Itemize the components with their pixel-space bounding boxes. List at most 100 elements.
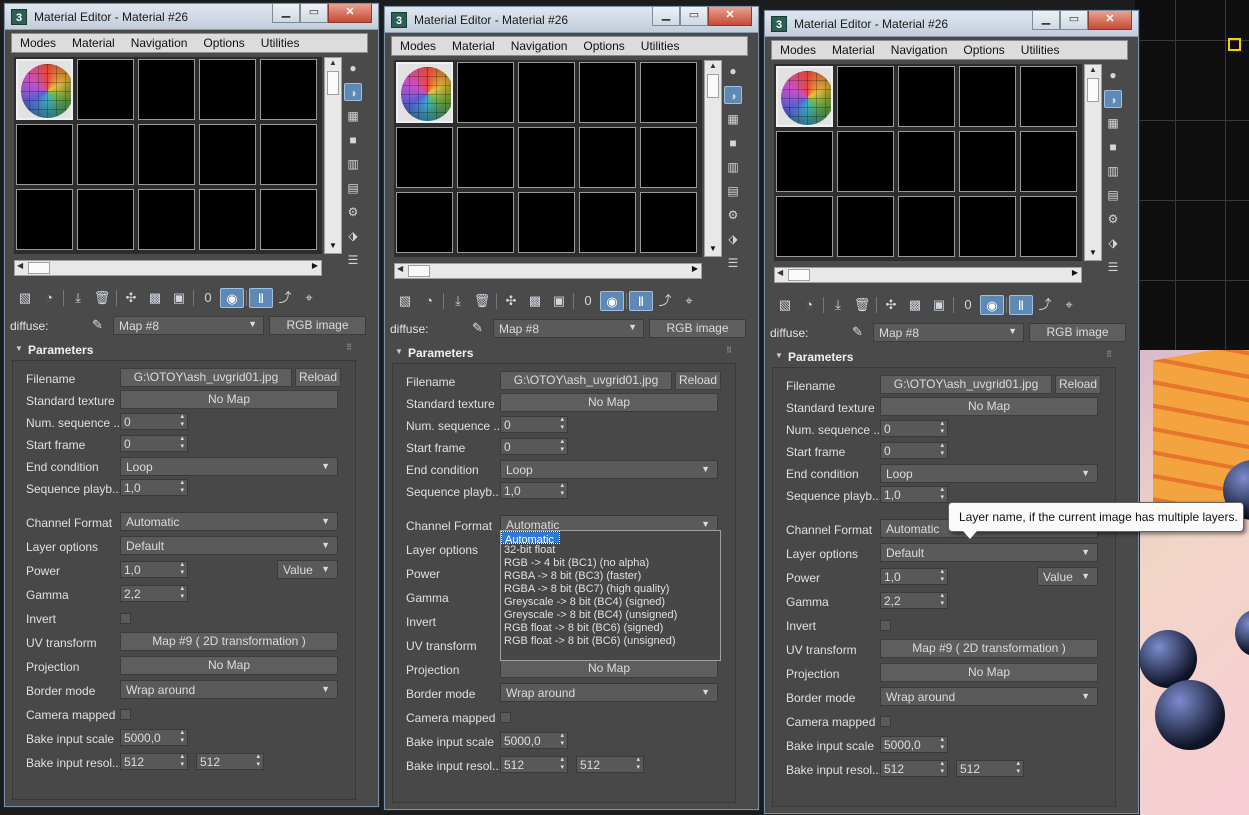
- pick-from-object-icon[interactable]: ⌖: [1057, 295, 1081, 315]
- go-to-parent-icon[interactable]: Ⅱ: [249, 288, 273, 308]
- material-id-channel-icon[interactable]: ▣: [167, 288, 191, 308]
- power-mode-select[interactable]: Value ▼: [1037, 567, 1098, 586]
- bake-resolution-width-spinner[interactable]: 512: [500, 756, 568, 773]
- material-slot[interactable]: [1020, 131, 1077, 192]
- num-sequence-spinner[interactable]: 0: [500, 416, 568, 433]
- material-slot[interactable]: [776, 131, 833, 192]
- material-slot[interactable]: [138, 59, 195, 120]
- start-frame-spinner[interactable]: 0: [500, 438, 568, 455]
- menu-navigation[interactable]: Navigation: [883, 43, 956, 57]
- material-slot[interactable]: [518, 192, 575, 253]
- reset-map-icon[interactable]: 🗑: [470, 291, 494, 311]
- render-viewport[interactable]: [1135, 350, 1249, 815]
- end-condition-select[interactable]: Loop ▼: [120, 457, 338, 476]
- bake-resolution-height-spinner[interactable]: 512: [576, 756, 644, 773]
- material-slot[interactable]: [959, 131, 1016, 192]
- material-slot[interactable]: [837, 66, 894, 127]
- camera-mapped-checkbox[interactable]: [880, 716, 891, 727]
- video-color-check-icon[interactable]: ▥: [1104, 162, 1122, 180]
- material-slot[interactable]: [837, 131, 894, 192]
- menu-utilities[interactable]: Utilities: [1013, 43, 1068, 57]
- make-unique-icon[interactable]: ✣: [119, 288, 143, 308]
- menu-options[interactable]: Options: [575, 39, 632, 53]
- title-bar[interactable]: 3 Material Editor - Material #26 ▁ ▭ ✕: [5, 4, 378, 30]
- camera-mapped-checkbox[interactable]: [500, 712, 511, 723]
- backlight-icon[interactable]: ◑: [1104, 90, 1122, 108]
- border-mode-select[interactable]: Wrap around ▼: [500, 683, 718, 702]
- sample-type-icon[interactable]: ●: [1104, 66, 1122, 84]
- end-condition-select[interactable]: Loop ▼: [500, 460, 718, 479]
- close-button[interactable]: ✕: [328, 4, 372, 23]
- map-type-button[interactable]: RGB image: [269, 316, 366, 335]
- material-slot[interactable]: [640, 127, 697, 188]
- projection-button[interactable]: No Map: [120, 656, 338, 675]
- uv-tiling-icon[interactable]: ■: [1104, 138, 1122, 156]
- make-unique-icon[interactable]: ✣: [499, 291, 523, 311]
- menu-material[interactable]: Material: [824, 43, 883, 57]
- material-slot[interactable]: [518, 62, 575, 123]
- material-slot[interactable]: [138, 124, 195, 185]
- material-slot[interactable]: [138, 189, 195, 250]
- slots-horizontal-scrollbar[interactable]: ◀ ▶: [394, 263, 702, 279]
- select-by-material-icon[interactable]: ⬗: [1104, 234, 1122, 252]
- invert-checkbox[interactable]: [120, 613, 131, 624]
- material-slot[interactable]: [396, 192, 453, 253]
- bake-input-scale-spinner[interactable]: 5000,0: [500, 732, 568, 749]
- material-slot[interactable]: [199, 59, 256, 120]
- map-name-select[interactable]: Map #8 ▼: [493, 319, 644, 338]
- map-name-select[interactable]: Map #8 ▼: [113, 316, 264, 335]
- material-slot[interactable]: [457, 127, 514, 188]
- material-slot[interactable]: [77, 124, 134, 185]
- material-slot[interactable]: [837, 196, 894, 257]
- material-slot[interactable]: [640, 62, 697, 123]
- background-icon[interactable]: ▦: [1104, 114, 1122, 132]
- material-slot[interactable]: [1020, 196, 1077, 257]
- end-condition-select[interactable]: Loop ▼: [880, 464, 1098, 483]
- bake-resolution-height-spinner[interactable]: 512: [196, 753, 264, 770]
- power-spinner[interactable]: 1,0: [120, 561, 188, 578]
- maximize-button[interactable]: ▭: [1060, 11, 1088, 30]
- bake-input-scale-spinner[interactable]: 5000,0: [880, 736, 948, 753]
- invert-checkbox[interactable]: [880, 620, 891, 631]
- pick-from-object-icon[interactable]: ⌖: [677, 291, 701, 311]
- show-end-result-icon[interactable]: ◉: [600, 291, 624, 311]
- standard-texture-button[interactable]: No Map: [880, 397, 1098, 416]
- camera-mapped-checkbox[interactable]: [120, 709, 131, 720]
- go-forward-sibling-icon[interactable]: ⤴: [273, 288, 297, 308]
- menu-options[interactable]: Options: [955, 43, 1012, 57]
- channel-format-option[interactable]: RGB float -> 8 bit (BC6) (signed): [501, 622, 720, 635]
- num-sequence-spinner[interactable]: 0: [120, 413, 188, 430]
- slots-horizontal-scrollbar[interactable]: ◀ ▶: [14, 260, 322, 276]
- reload-button[interactable]: Reload: [295, 368, 341, 387]
- go-to-parent-icon[interactable]: Ⅱ: [1009, 295, 1033, 315]
- border-mode-select[interactable]: Wrap around ▼: [120, 680, 338, 699]
- material-slot[interactable]: [457, 62, 514, 123]
- put-to-scene-icon[interactable]: ◔: [417, 291, 441, 311]
- material-slot[interactable]: [898, 131, 955, 192]
- scroll-thumb[interactable]: [788, 269, 810, 281]
- scroll-right-icon[interactable]: ▶: [692, 264, 698, 273]
- material-slot[interactable]: [260, 124, 317, 185]
- scroll-thumb[interactable]: [707, 74, 719, 98]
- menu-material[interactable]: Material: [64, 36, 123, 50]
- material-slot[interactable]: [260, 189, 317, 250]
- show-end-result-icon[interactable]: ◉: [220, 288, 244, 308]
- put-to-library-icon[interactable]: ▩: [143, 288, 167, 308]
- material-slot[interactable]: [579, 62, 636, 123]
- options-icon[interactable]: ⚙: [344, 203, 362, 221]
- background-icon[interactable]: ▦: [344, 107, 362, 125]
- minimize-button[interactable]: ▁: [272, 4, 300, 23]
- minimize-button[interactable]: ▁: [1032, 11, 1060, 30]
- material-slot[interactable]: [396, 127, 453, 188]
- material-slot[interactable]: [199, 189, 256, 250]
- channel-format-option[interactable]: RGB float -> 8 bit (BC6) (unsigned): [501, 635, 720, 648]
- scroll-left-icon[interactable]: ◀: [397, 264, 403, 273]
- material-slot[interactable]: [640, 192, 697, 253]
- filename-button[interactable]: G:\OTOY\ash_uvgrid01.jpg: [880, 375, 1052, 394]
- menu-options[interactable]: Options: [195, 36, 252, 50]
- scroll-right-icon[interactable]: ▶: [312, 261, 318, 270]
- material-slot[interactable]: [959, 196, 1016, 257]
- go-forward-sibling-icon[interactable]: ⤴: [1033, 295, 1057, 315]
- sample-type-icon[interactable]: ●: [344, 59, 362, 77]
- material-slot[interactable]: [77, 189, 134, 250]
